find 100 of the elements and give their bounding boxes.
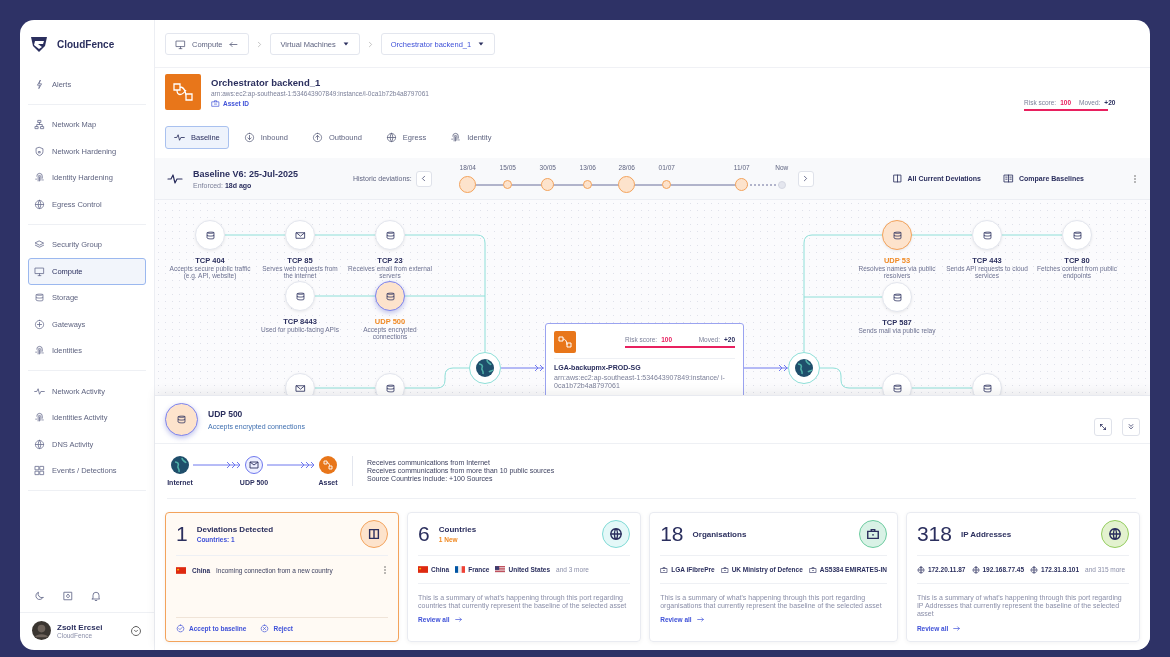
globe-icon[interactable]: [788, 352, 820, 384]
timeline-point[interactable]: [541, 178, 555, 191]
globe-icon: [971, 565, 980, 574]
bolt-icon: [34, 78, 45, 90]
brand-name: CloudFence: [57, 38, 115, 50]
arrow-right-icon: [453, 615, 463, 625]
grid-icon: [34, 465, 45, 477]
card-count: 318: [916, 522, 952, 546]
globe-icon: [916, 565, 925, 574]
mail-icon: [245, 456, 263, 474]
network-icon: [34, 119, 45, 131]
crosshair-icon: [34, 318, 45, 330]
flag-icon: [495, 566, 506, 573]
fingerprint-icon: [450, 132, 462, 143]
monitor-icon: [175, 38, 186, 50]
globe-icon: [171, 456, 189, 474]
globe-icon[interactable]: [469, 352, 501, 384]
globe-icon: [34, 198, 45, 210]
briefcase-icon: [858, 520, 887, 548]
card-count: 18: [660, 522, 684, 546]
double-chevron-down-icon: [1126, 422, 1136, 432]
timeline-point[interactable]: [503, 180, 513, 189]
flag-icon: [176, 566, 186, 574]
globe-icon: [1030, 565, 1039, 574]
monitor-icon: [34, 265, 45, 277]
timeline-point[interactable]: [662, 180, 672, 189]
theme-button[interactable]: [34, 590, 46, 602]
database-icon: [384, 229, 396, 241]
expand-icon: [1098, 422, 1108, 432]
frame-icon: [62, 590, 74, 602]
collapse-button[interactable]: [1122, 418, 1140, 436]
database-icon: [891, 382, 903, 394]
timeline-point[interactable]: [459, 176, 477, 193]
globe-pin-icon: [1101, 520, 1129, 548]
more-icon[interactable]: [1132, 172, 1138, 185]
database-icon: [384, 290, 396, 302]
globe-icon: [602, 520, 631, 548]
arrow-right-icon: [952, 623, 962, 633]
database-icon: [384, 382, 396, 394]
arrow: [500, 364, 545, 372]
panel-icon: [891, 173, 903, 184]
database-icon: [891, 291, 903, 303]
database-icon: [294, 290, 306, 302]
moon-icon: [34, 590, 46, 602]
card-count: 6: [418, 522, 430, 546]
arrow: [743, 364, 789, 372]
logo-icon: [29, 34, 49, 54]
bell-icon: [90, 590, 102, 602]
caret-icon: [341, 40, 350, 48]
id-card-icon: [211, 98, 220, 108]
port-node[interactable]: [375, 281, 405, 311]
card-title: Countries: [438, 525, 477, 534]
asset-icon: [554, 331, 576, 353]
caret-icon: [477, 40, 486, 48]
card-title: Deviations Detected: [196, 525, 274, 534]
port-title: UDP 500: [208, 409, 244, 419]
flag-icon: [455, 566, 466, 573]
database-icon: [1071, 229, 1083, 241]
user-name: Zsolt Ercsei: [57, 622, 103, 632]
chevron-icon[interactable]: [130, 624, 142, 637]
asset-name: Orchestrator backend_1: [211, 76, 322, 88]
more-icon[interactable]: [382, 564, 389, 576]
timeline-point[interactable]: [735, 178, 749, 191]
asset-icon: [319, 456, 337, 474]
arrow: [267, 461, 315, 469]
timeline-point[interactable]: [618, 176, 636, 193]
port-node[interactable]: [882, 220, 912, 250]
settings-button[interactable]: [62, 590, 74, 602]
book-icon: [1003, 173, 1014, 184]
card-title: Organisations: [692, 529, 747, 539]
fingerprint-icon: [34, 172, 45, 184]
panel-icon: [360, 520, 389, 548]
card-count: 1: [176, 522, 188, 546]
flag-icon: [418, 566, 429, 573]
database-icon: [891, 229, 903, 241]
arrow-up-icon: [311, 132, 323, 143]
asset-icon: [165, 74, 201, 110]
activity-icon: [34, 385, 45, 397]
fingerprint-icon: [34, 345, 45, 357]
notifications-button[interactable]: [90, 590, 102, 602]
database-icon: [176, 414, 187, 425]
fingerprint-icon: [34, 412, 45, 424]
layers-icon: [34, 239, 45, 251]
briefcase-icon: [808, 565, 817, 574]
avatar: [32, 621, 51, 640]
expand-button[interactable]: [1094, 418, 1112, 436]
timeline-point[interactable]: [583, 180, 593, 189]
pulse-icon: [174, 132, 185, 143]
arrow-down-icon: [243, 132, 255, 143]
arrow-right-icon: [695, 615, 705, 625]
baseline-title: Baseline V6: 25-Jul-2025: [193, 168, 300, 179]
mail-icon: [294, 229, 306, 241]
arrow: [193, 461, 241, 469]
mail-icon: [294, 382, 306, 394]
shield-icon: [34, 145, 45, 157]
globe-icon: [385, 132, 397, 143]
briefcase-icon: [720, 565, 729, 574]
database-icon: [981, 229, 993, 241]
card-title: IP Addresses: [960, 529, 1012, 539]
database-icon: [34, 292, 45, 304]
